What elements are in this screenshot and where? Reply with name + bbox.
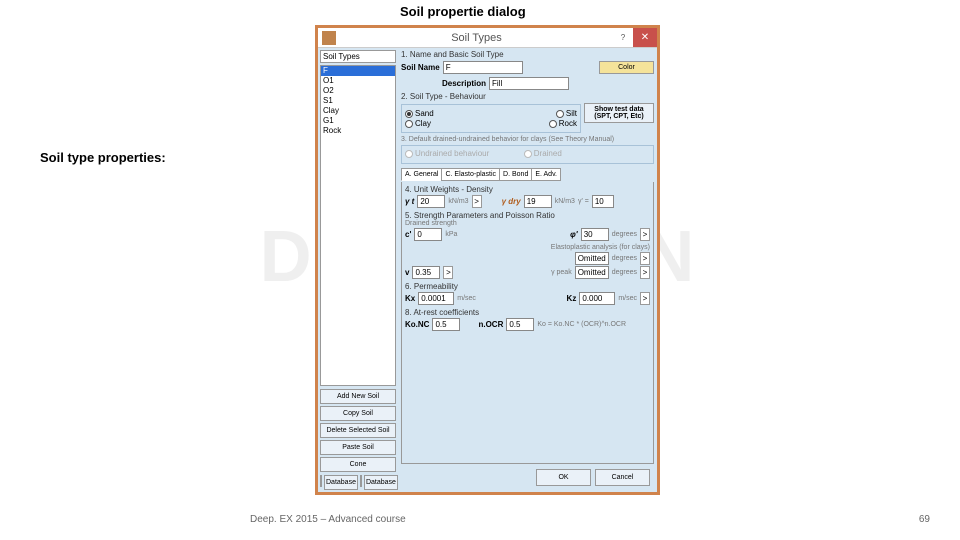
radio-sand[interactable]: Sand <box>405 109 434 118</box>
left-pane: Soil Types F O1 O2 S1 Clay G1 Rock Add N… <box>318 48 398 492</box>
app-icon <box>322 31 336 45</box>
nocr-label: n.OCR <box>478 320 503 329</box>
expand-icon[interactable]: > <box>640 228 650 241</box>
elasto1-input[interactable] <box>575 252 609 265</box>
gamma-prime-input[interactable] <box>592 195 614 208</box>
delete-soil-button[interactable]: Delete Selected Soil <box>320 423 396 438</box>
c-input[interactable] <box>414 228 442 241</box>
titlebar: Soil Types ? ✕ <box>318 28 657 48</box>
show-test-data-button[interactable]: Show test data (SPT, CPT, Etc) <box>584 103 654 123</box>
kx-input[interactable] <box>418 292 454 305</box>
phi-unit: degrees <box>612 231 637 238</box>
kz-input[interactable] <box>579 292 615 305</box>
dialog-body: Soil Types F O1 O2 S1 Clay G1 Rock Add N… <box>318 48 657 492</box>
tab-general[interactable]: A. General <box>401 168 442 181</box>
drained-strength-label: Drained strength <box>405 220 650 227</box>
cone-button[interactable]: Cone <box>320 457 396 472</box>
footer-page-number: 69 <box>919 514 930 525</box>
right-pane: 1. Name and Basic Soil Type Soil Name Co… <box>398 48 657 492</box>
c-label: c' <box>405 230 411 239</box>
side-label: Soil type properties: <box>40 150 166 165</box>
close-button[interactable]: ✕ <box>633 28 657 47</box>
expand-icon[interactable]: > <box>640 252 650 265</box>
list-item[interactable]: Rock <box>321 126 395 136</box>
ko-formula: Ko = Ko.NC * (OCR)^n.OCR <box>537 321 626 328</box>
dialog-title: Soil Types <box>340 32 613 44</box>
tab-bond[interactable]: D. Bond <box>499 168 532 181</box>
radio-rock[interactable]: Rock <box>549 119 577 128</box>
section6-header: 6. Permeability <box>405 282 650 291</box>
dialog-footer: OK Cancel <box>401 465 654 490</box>
paste-soil-button[interactable]: Paste Soil <box>320 440 396 455</box>
section8-header: 8. At-rest coefficients <box>405 308 650 317</box>
konc-label: Ko.NC <box>405 320 429 329</box>
section5-header: 5. Strength Parameters and Poisson Ratio <box>405 211 650 220</box>
radio-undrained: Undrained behaviour <box>405 149 489 158</box>
database-button-1[interactable]: Database <box>324 475 358 490</box>
database-button-2[interactable]: Database <box>364 475 398 490</box>
help-button[interactable]: ? <box>613 33 633 42</box>
cancel-button[interactable]: Cancel <box>595 469 650 486</box>
kx-label: Kx <box>405 294 415 303</box>
soil-name-input[interactable] <box>443 61 523 74</box>
gamma-prime-label: γ' = <box>578 198 589 205</box>
gamma-t-input[interactable] <box>417 195 445 208</box>
soil-types-dialog: Soil Types ? ✕ Soil Types F O1 O2 S1 Cla… <box>315 25 660 495</box>
elasto2-input[interactable] <box>575 266 609 279</box>
copy-soil-button[interactable]: Copy Soil <box>320 406 396 421</box>
page-title: Soil propertie dialog <box>400 4 526 19</box>
tab-adv[interactable]: E. Adv. <box>531 168 561 181</box>
radio-silt[interactable]: Silt <box>556 109 577 118</box>
radio-clay[interactable]: Clay <box>405 119 431 128</box>
list-item[interactable]: O2 <box>321 86 395 96</box>
description-label: Description <box>442 79 486 88</box>
elasto2-unit: degrees <box>612 269 637 276</box>
elasto-label: Elastoplastic analysis (for clays) <box>405 244 650 251</box>
soil-name-label: Soil Name <box>401 63 440 72</box>
list-item[interactable]: S1 <box>321 96 395 106</box>
section3-header: 3. Default drained-undrained behavior fo… <box>401 136 654 143</box>
section4-header: 4. Unit Weights - Density <box>405 185 650 194</box>
kz-label: Kz <box>567 294 577 303</box>
ok-button[interactable]: OK <box>536 469 591 486</box>
expand-icon[interactable]: > <box>640 266 650 279</box>
footer-left: Deep. EX 2015 – Advanced course <box>250 514 406 525</box>
v-input[interactable] <box>412 266 440 279</box>
c-unit: kPa <box>445 231 457 238</box>
phi-label: φ' <box>570 230 578 239</box>
konc-input[interactable] <box>432 318 460 331</box>
soil-list-header: Soil Types <box>320 50 396 63</box>
phi-input[interactable] <box>581 228 609 241</box>
gamma-t-label: γ t <box>405 197 414 206</box>
kz-unit: m/sec <box>618 295 637 302</box>
expand-icon[interactable]: > <box>443 266 453 279</box>
kx-unit: m/sec <box>457 295 476 302</box>
section2-header: 2. Soil Type - Behaviour <box>401 92 654 101</box>
gamma-dry-input[interactable] <box>524 195 552 208</box>
gamma-dry-unit: kN/m3 <box>555 198 575 205</box>
gamma-peak-label: γ peak <box>551 269 572 276</box>
list-item[interactable]: G1 <box>321 116 395 126</box>
tab-elastoplastic[interactable]: C. Elasto-plastic <box>441 168 500 181</box>
database-down-icon <box>320 475 322 487</box>
tab-content: 4. Unit Weights - Density γ t kN/m3 > γ … <box>401 182 654 465</box>
list-item[interactable]: Clay <box>321 106 395 116</box>
soil-list[interactable]: F O1 O2 S1 Clay G1 Rock <box>320 65 396 386</box>
add-new-soil-button[interactable]: Add New Soil <box>320 389 396 404</box>
list-item[interactable]: O1 <box>321 76 395 86</box>
gamma-dry-label: γ dry <box>502 197 521 206</box>
color-button[interactable]: Color <box>599 61 654 74</box>
section1-header: 1. Name and Basic Soil Type <box>401 50 654 59</box>
list-item[interactable]: F <box>321 66 395 76</box>
description-input[interactable] <box>489 77 569 90</box>
expand-icon[interactable]: > <box>640 292 650 305</box>
elasto1-unit: degrees <box>612 255 637 262</box>
radio-drained: Drained <box>524 149 562 158</box>
gamma-t-unit: kN/m3 <box>448 198 468 205</box>
database-up-icon <box>360 475 362 487</box>
nocr-input[interactable] <box>506 318 534 331</box>
expand-icon[interactable]: > <box>472 195 482 208</box>
v-label: v <box>405 268 409 277</box>
tabs: A. General C. Elasto-plastic D. Bond E. … <box>401 168 654 181</box>
